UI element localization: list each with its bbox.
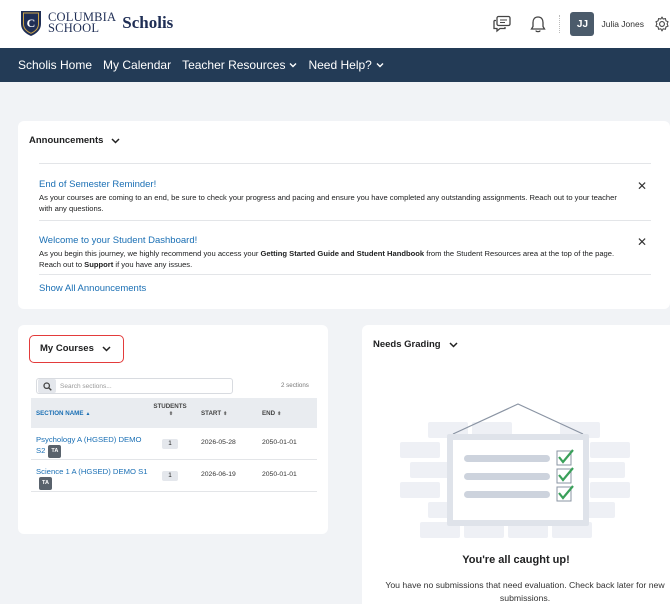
nav-my-calendar[interactable]: My Calendar — [103, 58, 171, 72]
chevron-down-icon — [449, 341, 458, 348]
start-date: 2026-06-19 — [201, 471, 236, 478]
column-label: SECTION NAME — [36, 410, 84, 417]
announcement-title-link[interactable]: End of Semester Reminder! — [39, 179, 651, 190]
needs-grading-card: Needs Grading You're all caught up! You … — [362, 325, 670, 604]
notifications-bell-icon[interactable] — [527, 13, 549, 35]
my-courses-title: My Courses — [40, 343, 94, 354]
brand-name: Scholis — [122, 13, 174, 32]
column-label: START — [201, 410, 222, 417]
top-header: C COLUMBIA SCHOOL Scholis JJ Julia Jones — [0, 0, 670, 48]
role-badge: TA — [48, 445, 62, 458]
needs-grading-title: Needs Grading — [373, 339, 441, 350]
column-label: STUDENTS — [153, 403, 187, 410]
all-caught-up-illustration — [400, 403, 630, 538]
announcement-bold-text: Support — [84, 259, 114, 269]
nav-label: My Calendar — [103, 58, 172, 72]
nav-need-help[interactable]: Need Help? — [308, 58, 384, 72]
announcement-bold-text: Getting Started Guide and Student Handbo… — [260, 249, 425, 258]
close-icon[interactable]: ✕ — [637, 179, 647, 193]
role-badge: TA — [39, 477, 52, 490]
announcements-card: Announcements End of Semester Reminder! … — [18, 121, 670, 309]
column-end[interactable]: END ⬍ — [262, 410, 281, 417]
table-header: SECTION NAME ▲ STUDENTS ⬍ START ⬍ END ⬍ — [31, 398, 317, 428]
user-name[interactable]: Julia Jones — [601, 19, 644, 29]
nav-scholis-home[interactable]: Scholis Home — [18, 58, 92, 72]
course-link[interactable]: Psychology A (HGSED) DEMO S2 TA — [36, 434, 151, 458]
course-link[interactable]: Science 1 A (HGSED) DEMO S1TA — [36, 466, 151, 490]
announcement-item: Welcome to your Student Dashboard! As yo… — [39, 235, 651, 270]
my-courses-heading: My Courses — [40, 336, 123, 361]
sort-asc-icon: ▲ — [85, 411, 91, 417]
announcement-body: As your courses are coming to an end, be… — [39, 193, 617, 213]
my-courses-card: My Courses 2 sections SECTION NAME▲ STUD… — [18, 325, 328, 534]
school-name: COLUMBIA SCHOOL — [48, 11, 116, 35]
nav-label: Scholis Home — [18, 58, 93, 72]
sort-icon: ⬍ — [223, 411, 228, 417]
announcement-text: As you begin this journey, we highly rec… — [39, 249, 261, 258]
header-actions: JJ Julia Jones — [491, 12, 670, 36]
divider — [39, 220, 651, 221]
main-nav: Scholis Home My Calendar Teacher Resourc… — [0, 48, 670, 82]
sort-icon: ⬍ — [277, 411, 282, 417]
announcement-title-link[interactable]: Welcome to your Student Dashboard! — [39, 235, 651, 246]
nav-label: Need Help? — [308, 58, 372, 72]
chevron-down-icon — [376, 63, 384, 68]
start-date: 2026-05-28 — [201, 439, 236, 446]
announcements-title: Announcements — [29, 135, 104, 146]
course-name: Science 1 A (HGSED) DEMO S1 — [36, 467, 148, 476]
table-row: Science 1 A (HGSED) DEMO S1TA 1 2026-06-… — [31, 460, 317, 492]
announcements-toggle[interactable]: Announcements — [29, 135, 120, 146]
svg-text:C: C — [27, 16, 36, 30]
column-label: END — [262, 410, 276, 417]
column-section-name[interactable]: SECTION NAME ▲ — [36, 410, 90, 417]
column-start[interactable]: START ⬍ — [201, 410, 227, 417]
divider — [39, 274, 651, 275]
sort-icon: ⬍ — [168, 411, 174, 417]
avatar[interactable]: JJ — [570, 12, 595, 36]
nav-teacher-resources[interactable]: Teacher Resources — [182, 58, 297, 72]
my-courses-toggle[interactable]: My Courses — [29, 335, 124, 363]
section-search — [36, 378, 233, 394]
announcement-text: if you have any issues. — [113, 259, 193, 269]
end-date: 2050-01-01 — [262, 471, 297, 478]
school-name-line2: SCHOOL — [48, 21, 100, 35]
empty-state-text: You have no submissions that need evalua… — [385, 580, 665, 603]
needs-grading-toggle[interactable]: Needs Grading — [373, 339, 458, 350]
divider — [39, 163, 651, 164]
divider — [559, 15, 561, 33]
chevron-down-icon — [111, 137, 120, 144]
announcement-body: As you begin this journey, we highly rec… — [39, 249, 651, 270]
students-count: 1 — [162, 471, 178, 481]
search-input[interactable] — [60, 382, 230, 390]
chevron-down-icon — [289, 63, 297, 68]
announcement-item: End of Semester Reminder! As your course… — [39, 179, 651, 214]
settings-gear-icon[interactable] — [654, 13, 670, 35]
nav-label: Teacher Resources — [182, 58, 286, 72]
empty-state-title: You're all caught up! — [462, 554, 570, 566]
show-all-announcements-link[interactable]: Show All Announcements — [39, 283, 146, 294]
chevron-down-icon — [102, 345, 111, 352]
school-logo[interactable]: C COLUMBIA SCHOOL Scholis — [18, 9, 173, 37]
crest-icon: C — [21, 11, 41, 36]
messages-icon[interactable] — [491, 13, 513, 35]
column-students[interactable]: STUDENTS ⬍ — [153, 403, 187, 417]
students-count: 1 — [162, 439, 178, 449]
table-row: Psychology A (HGSED) DEMO S2 TA 1 2026-05… — [31, 428, 317, 460]
sections-count: 2 sections — [281, 382, 309, 389]
end-date: 2050-01-01 — [262, 439, 297, 446]
search-icon[interactable] — [38, 379, 56, 393]
close-icon[interactable]: ✕ — [637, 235, 647, 249]
